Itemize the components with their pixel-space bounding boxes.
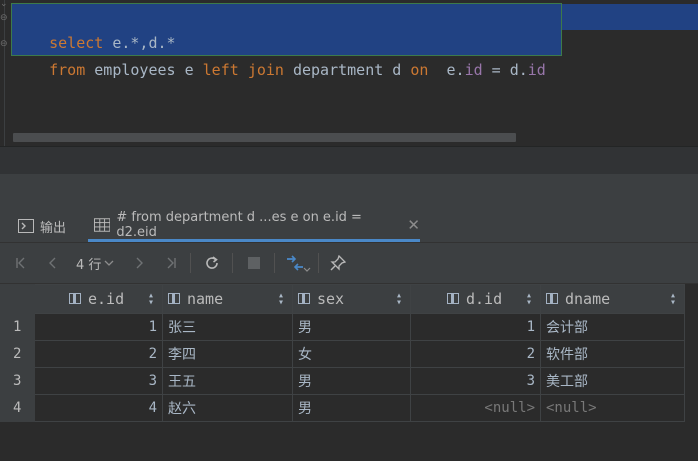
- cell-dname[interactable]: 美工部: [540, 367, 685, 395]
- cell-dname[interactable]: 软件部: [540, 340, 685, 368]
- row-number-header: [0, 284, 35, 314]
- keyword-on: on: [410, 61, 429, 79]
- cell-sex[interactable]: 女: [292, 340, 411, 368]
- column-icon: [447, 293, 461, 305]
- column-label: dname: [565, 290, 611, 308]
- sort-icon[interactable]: ▴ ▾: [396, 291, 402, 308]
- column-header-dname[interactable]: dname ▴ ▾: [540, 284, 685, 314]
- cell-did[interactable]: 1: [410, 313, 541, 341]
- code-line-2[interactable]: from employees e left join department d …: [13, 31, 546, 79]
- column-header-eid[interactable]: e.id ▴ ▾: [34, 284, 163, 314]
- keyword-from: from: [49, 61, 86, 79]
- rows-count-dropdown[interactable]: 4 行: [76, 252, 122, 274]
- sort-icon[interactable]: ▴ ▾: [148, 291, 154, 308]
- tab-label: # from department d ...es e on e.id = d2…: [116, 209, 362, 240]
- fold-marker-icon[interactable]: ⊖: [0, 14, 9, 23]
- sql-editor[interactable]: ⌄ ⊖ ⊖ select e.*,d.* from employees e le…: [0, 0, 698, 146]
- previous-page-icon[interactable]: [44, 252, 62, 274]
- results-toolbar: 4 行: [0, 243, 698, 284]
- toolbar-separator: [274, 253, 275, 273]
- row-number[interactable]: 3: [0, 367, 35, 395]
- keyword-join: join: [247, 61, 284, 79]
- cell-sex[interactable]: 男: [292, 313, 411, 341]
- cell-dname-null[interactable]: <null>: [540, 394, 685, 422]
- fold-marker-icon[interactable]: ⊖: [0, 40, 9, 49]
- keyword-left: left: [202, 61, 239, 79]
- pin-icon[interactable]: [328, 252, 348, 274]
- code-text: department d: [283, 61, 411, 79]
- results-tab-bar: 输出 # from department d ...es e on e.id =…: [0, 210, 698, 243]
- rows-count-label: 4 行: [76, 257, 102, 273]
- field-id: id: [527, 61, 546, 79]
- table-icon: [94, 217, 111, 232]
- cell-did-null[interactable]: <null>: [410, 394, 541, 422]
- column-label: e.id: [88, 290, 125, 308]
- column-icon: [69, 293, 83, 305]
- toolbar-separator: [190, 253, 191, 273]
- row-number[interactable]: 1: [0, 313, 35, 341]
- table-row[interactable]: 1 1 张三 男 1 会计部: [0, 313, 685, 341]
- row-number[interactable]: 4: [0, 394, 35, 422]
- code-text: = d.: [482, 61, 528, 79]
- horizontal-scrollbar[interactable]: [13, 133, 516, 142]
- code-text: employees e: [85, 61, 203, 79]
- next-page-icon[interactable]: [130, 252, 148, 274]
- chevron-down-icon: [104, 260, 114, 266]
- column-icon: [546, 293, 560, 305]
- cell-name[interactable]: 张三: [162, 313, 293, 341]
- reload-icon[interactable]: [202, 252, 222, 274]
- code-text: e.: [428, 61, 465, 79]
- sort-icon[interactable]: ▴ ▾: [278, 291, 284, 308]
- column-icon: [168, 293, 182, 305]
- cell-eid[interactable]: 2: [34, 340, 163, 368]
- cell-eid[interactable]: 4: [34, 394, 163, 422]
- table-row[interactable]: 4 4 赵六 男 <null> <null>: [0, 394, 685, 422]
- row-number[interactable]: 2: [0, 340, 35, 368]
- column-header-sex[interactable]: sex ▴ ▾: [292, 284, 411, 314]
- column-header-did[interactable]: d.id ▴ ▾: [410, 284, 541, 314]
- tab-output[interactable]: 输出: [18, 210, 66, 242]
- column-header-name[interactable]: name ▴ ▾: [162, 284, 293, 314]
- cell-name[interactable]: 李四: [162, 340, 293, 368]
- close-icon[interactable]: ✕: [407, 216, 420, 234]
- services-panel-header: [0, 174, 698, 210]
- table-row[interactable]: 3 3 王五 男 3 美工部: [0, 367, 685, 395]
- sort-icon[interactable]: ▴ ▾: [670, 291, 676, 308]
- tab-label: 输出: [40, 220, 67, 236]
- console-icon: [18, 219, 34, 233]
- column-label: d.id: [466, 290, 503, 308]
- grid-empty-area: [0, 423, 698, 461]
- panel-splitter[interactable]: [0, 146, 698, 175]
- tab-query-result[interactable]: # from department d ...es e on e.id = d2…: [88, 210, 420, 242]
- code-line-1[interactable]: select e.*,d.*: [13, 4, 175, 52]
- cell-name[interactable]: 王五: [162, 367, 293, 395]
- cell-did[interactable]: 2: [410, 340, 541, 368]
- cell-sex[interactable]: 男: [292, 367, 411, 395]
- results-grid[interactable]: e.id ▴ ▾ name ▴ ▾ sex ▴ ▾ d.id ▴ ▾ dname ▴: [0, 284, 698, 422]
- compare-icon[interactable]: [284, 252, 312, 274]
- stop-icon[interactable]: [244, 252, 264, 274]
- last-page-icon[interactable]: [162, 252, 180, 274]
- field-id: id: [464, 61, 483, 79]
- fold-marker-icon[interactable]: ⌄: [0, 0, 9, 9]
- cell-name[interactable]: 赵六: [162, 394, 293, 422]
- first-page-icon[interactable]: [12, 252, 30, 274]
- toolbar-separator: [232, 253, 233, 273]
- column-label: sex: [317, 290, 345, 308]
- toolbar-separator: [318, 253, 319, 273]
- cell-eid[interactable]: 1: [34, 313, 163, 341]
- column-label: name: [187, 290, 224, 308]
- cell-sex[interactable]: 男: [292, 394, 411, 422]
- cell-eid[interactable]: 3: [34, 367, 163, 395]
- column-icon: [298, 293, 312, 305]
- cell-dname[interactable]: 会计部: [540, 313, 685, 341]
- cell-did[interactable]: 3: [410, 367, 541, 395]
- sort-icon[interactable]: ▴ ▾: [526, 291, 532, 308]
- table-row[interactable]: 2 2 李四 女 2 软件部: [0, 340, 685, 368]
